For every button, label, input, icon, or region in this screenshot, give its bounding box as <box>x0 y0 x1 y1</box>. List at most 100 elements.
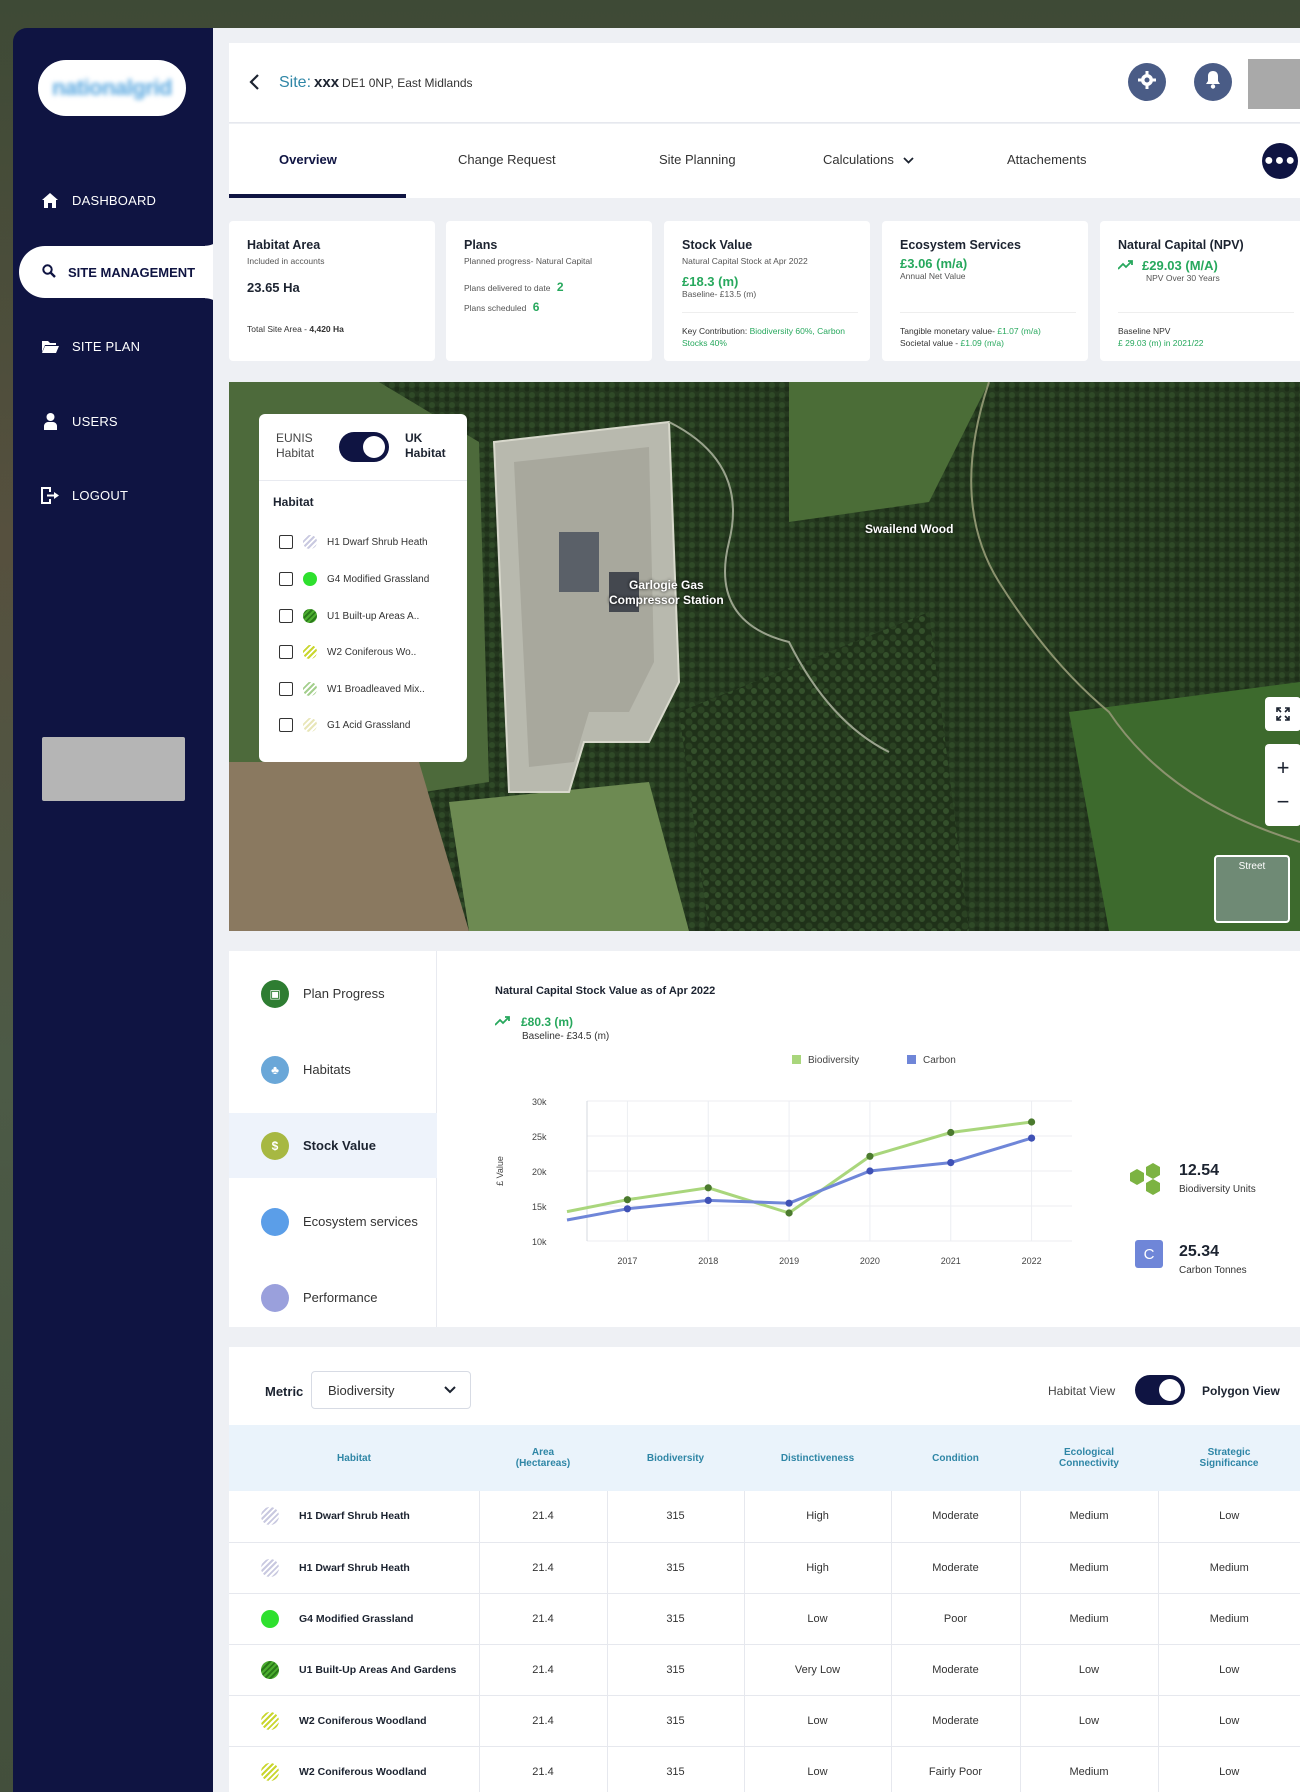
table-row[interactable]: W2 Coniferous Woodland 21.4 315 Low Moderate… <box>229 1695 1300 1747</box>
cell-eco: Medium <box>1019 1542 1158 1594</box>
card-value: £18.3 (m) <box>682 274 739 289</box>
tab-calculations[interactable]: Calculations <box>823 152 915 167</box>
cell-strat: Medium <box>1157 1593 1300 1645</box>
column-header-strategic-significance[interactable]: Strategic Significance <box>1158 1425 1300 1491</box>
map-label-station: Garlogie Gas Compressor Station <box>609 578 724 607</box>
site-header: Site: xxx DE1 0NP, East Midlands <box>229 43 1300 123</box>
x-tick-label: 2020 <box>860 1256 880 1266</box>
plans-delivered-label: Plans delivered to date <box>464 283 551 293</box>
stock-nav-stock-value[interactable]: $ Stock Value <box>229 1113 437 1178</box>
column-header-biodiversity[interactable]: Biodiversity <box>607 1425 744 1491</box>
tab-calculations-label: Calculations <box>823 152 894 167</box>
stock-nav-ecosystem-services[interactable]: Ecosystem services <box>229 1189 437 1254</box>
habitat-cell: H1 Dwarf Shrub Heath <box>229 1542 479 1594</box>
map-label-wood: Swailend Wood <box>865 522 954 536</box>
y-tick-label: 25k <box>532 1132 547 1142</box>
chart-title: Natural Capital Stock Value as of Apr 20… <box>495 985 716 997</box>
settings-button[interactable] <box>1128 63 1166 101</box>
habitat-filter-u1[interactable]: U1 Built-up Areas A.. <box>279 606 419 626</box>
habitat-swatch <box>261 1711 279 1730</box>
stock-nav-plan-progress[interactable]: ▣ Plan Progress <box>229 961 437 1026</box>
habitat-filter-h1[interactable]: H1 Dwarf Shrub Heath <box>279 532 428 552</box>
cell-strat: Low <box>1157 1644 1300 1696</box>
checkbox[interactable] <box>279 718 293 732</box>
cell-eco: Medium <box>1019 1491 1158 1543</box>
cell-area: 21.4 <box>478 1593 607 1645</box>
sidebar-item-users[interactable]: USERS <box>13 396 213 446</box>
brand-logo[interactable]: nationalgrid <box>38 60 186 116</box>
card-title: Ecosystem Services <box>900 238 1021 252</box>
npv-card[interactable]: Natural Capital (NPV) £29.03 (M/A) NPV O… <box>1100 221 1300 361</box>
x-tick-label: 2017 <box>617 1256 637 1266</box>
x-tick-label: 2018 <box>698 1256 718 1266</box>
stock-nav-performance[interactable]: Performance <box>229 1265 437 1330</box>
avatar[interactable] <box>1248 59 1300 109</box>
ecosystem-services-card[interactable]: Ecosystem Services £3.06 (m/a) Annual Ne… <box>882 221 1088 361</box>
zoom-in-button[interactable]: + <box>1277 755 1290 781</box>
cell-area: 21.4 <box>478 1746 607 1792</box>
site-name: xxx <box>314 74 340 91</box>
habitat-legend-panel: EUNIS Habitat UK Habitat Habitat H1 Dwar… <box>259 414 467 762</box>
column-header-distinctiveness[interactable]: Distinctiveness <box>744 1425 891 1491</box>
tab-site-planning[interactable]: Site Planning <box>659 152 736 167</box>
npv-value-row: £29.03 (M/A) <box>1117 258 1288 273</box>
tab-change-request[interactable]: Change Request <box>458 152 556 167</box>
checkbox[interactable] <box>279 645 293 659</box>
baseline-npv-label: Baseline NPV <box>1118 326 1171 336</box>
habitat-filter-w2[interactable]: W2 Coniferous Wo.. <box>279 642 416 662</box>
trend-up-icon <box>494 1013 511 1031</box>
more-options-button[interactable]: ●●● <box>1262 143 1298 179</box>
x-tick-label: 2019 <box>779 1256 799 1266</box>
satellite-map[interactable]: Garlogie Gas Compressor Station Swailend… <box>229 382 1300 931</box>
table-row[interactable]: H1 Dwarf Shrub Heath 21.4 315 High Moderate M… <box>229 1542 1300 1594</box>
fullscreen-button[interactable] <box>1265 697 1300 731</box>
zoom-out-button[interactable]: − <box>1277 789 1290 815</box>
habitat-system-toggle[interactable] <box>339 432 389 462</box>
column-header-condition[interactable]: Condition <box>891 1425 1020 1491</box>
checkbox[interactable] <box>279 609 293 623</box>
table-row[interactable]: G4 Modified Grassland 21.4 315 Low Poor Mediu… <box>229 1593 1300 1645</box>
sidebar-item-label: USERS <box>72 413 118 429</box>
habitat-label: G1 Acid Grassland <box>327 719 411 731</box>
sidebar-item-logout[interactable]: LOGOUT <box>13 470 213 520</box>
sidebar-item-site-management[interactable]: SITE MANAGEMENT <box>19 226 225 318</box>
metric-select[interactable]: Biodiversity <box>311 1371 471 1409</box>
brand-logo-text: nationalgrid <box>52 75 172 100</box>
habitat-filter-w1[interactable]: W1 Broadleaved Mix.. <box>279 679 425 699</box>
habitat-label: U1 Built-up Areas A.. <box>327 610 420 622</box>
cell-cond: Moderate <box>890 1644 1020 1696</box>
habitat-swatch <box>303 609 317 623</box>
habitat-filter-g4[interactable]: G4 Modified Grassland <box>279 569 429 589</box>
back-arrow-icon[interactable] <box>249 73 261 96</box>
column-header-ecological-connectivity[interactable]: Ecological Connectivity <box>1020 1425 1158 1491</box>
view-toggle[interactable] <box>1135 1375 1185 1405</box>
column-header-habitat[interactable]: Habitat <box>229 1425 479 1491</box>
column-header-area[interactable]: Area (Hectareas) <box>479 1425 607 1491</box>
checkbox[interactable] <box>279 535 293 549</box>
table-row[interactable]: U1 Built-Up Areas And Gardens 21.4 315 Very… <box>229 1644 1300 1696</box>
street-view-toggle[interactable]: Street <box>1214 855 1290 923</box>
notifications-button[interactable] <box>1194 63 1232 101</box>
user-icon <box>40 412 60 430</box>
table-row[interactable]: H1 Dwarf Shrub Heath 21.4 315 High Moderate M… <box>229 1491 1300 1543</box>
legend-swatch <box>792 1055 801 1064</box>
stock-value-card[interactable]: Stock Value Natural Capital Stock at Apr… <box>664 221 870 361</box>
stock-nav-habitats[interactable]: ♣ Habitats <box>229 1037 437 1102</box>
table-row[interactable]: W2 Coniferous Woodland 21.4 315 Low Fairly P… <box>229 1746 1300 1792</box>
tab-attachements[interactable]: Attachements <box>1007 152 1087 167</box>
sidebar-item-dashboard[interactable]: DASHBOARD <box>13 175 213 225</box>
sidebar-item-site-plan[interactable]: SITE PLAN <box>13 321 213 371</box>
card-title: Natural Capital (NPV) <box>1118 238 1244 252</box>
data-point <box>1027 1134 1036 1142</box>
habitat-name: W2 Coniferous Woodland <box>299 1765 427 1778</box>
habitat-filter-g1[interactable]: G1 Acid Grassland <box>279 715 410 735</box>
expand-icon <box>1276 701 1290 727</box>
tab-overview[interactable]: Overview <box>279 152 337 167</box>
cell-dist: Low <box>743 1695 891 1747</box>
card-footer: Baseline NPV £ 29.03 (m) in 2021/22 <box>1118 312 1294 349</box>
checkbox[interactable] <box>279 682 293 696</box>
plans-card[interactable]: Plans Planned progress- Natural Capital … <box>446 221 652 361</box>
habitat-label: W1 Broadleaved Mix.. <box>327 683 425 695</box>
checkbox[interactable] <box>279 572 293 586</box>
habitat-area-card[interactable]: Habitat Area Included in accounts 23.65 … <box>229 221 435 361</box>
